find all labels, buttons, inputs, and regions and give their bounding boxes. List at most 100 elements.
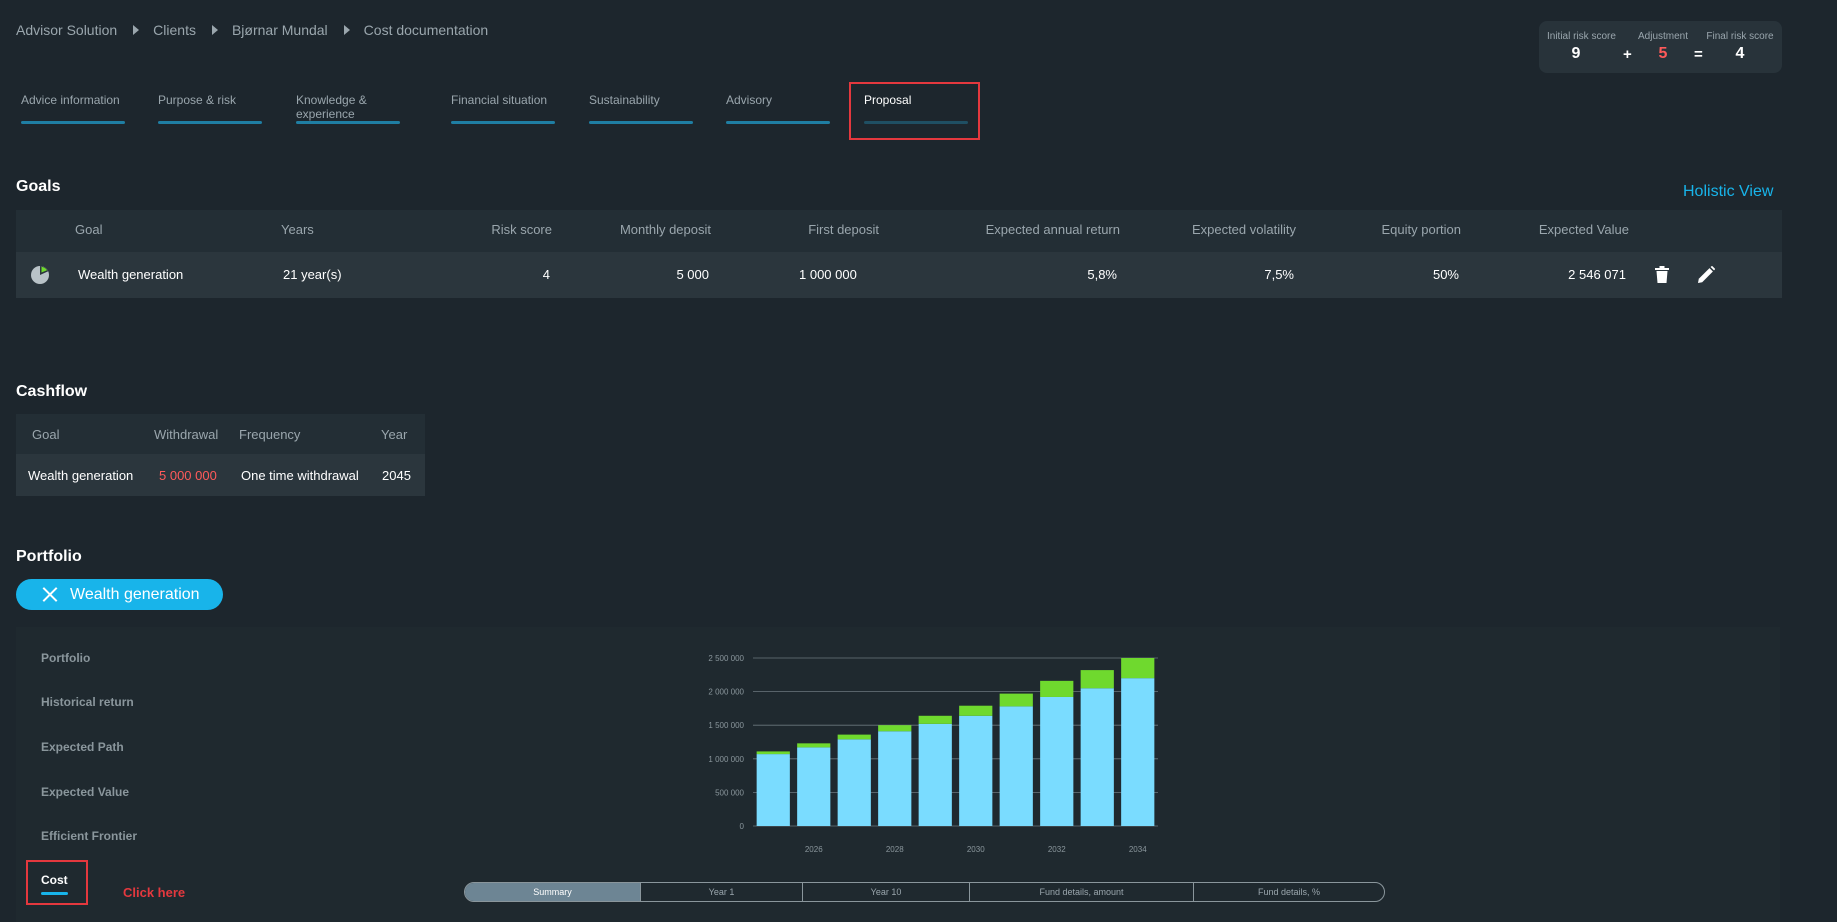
bar-segment-top	[918, 715, 952, 724]
bar-segment-base	[878, 731, 912, 826]
bar-segment-top	[837, 734, 871, 740]
tab-label: Advisory	[726, 93, 773, 107]
tab-underline	[296, 121, 400, 124]
column-header-expected-value: Expected Value	[1538, 222, 1629, 237]
y-tick-label: 2 500 000	[708, 654, 744, 663]
tab-underline	[726, 121, 830, 124]
segment-year-10[interactable]: Year 10	[803, 883, 970, 901]
menu-item-portfolio[interactable]: Portfolio	[41, 651, 90, 665]
column-header-expected-volatility: Expected volatility	[1191, 222, 1296, 237]
segment-summary[interactable]: Summary	[465, 883, 641, 901]
cost-view-segmented-control: Summary Year 1 Year 10 Fund details, amo…	[464, 882, 1385, 902]
y-tick-label: 2 000 000	[708, 688, 744, 697]
goal-risk-score: 4	[542, 267, 550, 282]
initial-risk-score-label: Initial risk score	[1547, 31, 1616, 42]
breadcrumb-advisor-solution[interactable]: Advisor Solution	[16, 22, 117, 38]
chevron-right-icon	[343, 25, 350, 35]
goal-equity-portion: 50%	[1432, 267, 1459, 282]
menu-item-expected-value[interactable]: Expected Value	[41, 785, 129, 799]
bar-segment-base	[1080, 688, 1114, 826]
bar-segment-base	[959, 715, 993, 826]
goal-filter-chip-label: Wealth generation	[70, 585, 200, 603]
tab-label: Financial situation	[451, 93, 548, 107]
breadcrumb-client-name[interactable]: Bjørnar Mundal	[232, 22, 328, 38]
segment-fund-details-percent[interactable]: Fund details, %	[1194, 883, 1384, 901]
x-tick-label: 2028	[886, 845, 904, 854]
highlight-box-proposal	[849, 82, 980, 140]
x-tick-label: 2032	[1048, 845, 1066, 854]
table-row[interactable]: Wealth generation 5 000 000 One time wit…	[16, 454, 425, 496]
cashflow-frequency: One time withdrawal	[241, 468, 359, 483]
tab-knowledge-experience[interactable]: Knowledge & experience	[296, 93, 400, 124]
tab-label: Sustainability	[589, 93, 660, 107]
active-indicator	[41, 892, 68, 895]
bar-segment-base	[1121, 678, 1155, 826]
goal-monthly-deposit: 5 000	[676, 267, 709, 282]
column-header-goal: Goal	[32, 427, 60, 442]
column-header-risk-score: Risk score	[491, 222, 552, 237]
tab-advice-information[interactable]: Advice information	[21, 93, 125, 124]
menu-item-efficient-frontier[interactable]: Efficient Frontier	[41, 829, 137, 843]
bar-segment-base	[918, 723, 952, 826]
trash-icon[interactable]	[1655, 266, 1669, 283]
goal-name: Wealth generation	[78, 267, 184, 282]
edit-pencil-icon[interactable]	[1698, 266, 1715, 283]
risk-score-summary: Initial risk score 9 + Adjustment 5 = Fi…	[1539, 21, 1782, 73]
goal-expected-value: 2 546 071	[1568, 267, 1626, 282]
segment-year-1[interactable]: Year 1	[641, 883, 803, 901]
bar-segment-top	[1040, 680, 1074, 697]
final-risk-score-value: 4	[1735, 45, 1745, 62]
column-header-first-deposit: First deposit	[808, 222, 879, 237]
risk-adjustment: Adjustment 5	[1633, 31, 1693, 63]
goal-expected-volatility: 7,5%	[1264, 267, 1294, 282]
tab-underline	[451, 121, 555, 124]
expected-value-chart: 0 500 000 1 000 000 1 500 000 2 000 000 2 500…	[708, 654, 1158, 854]
column-header-years: Years	[281, 222, 314, 237]
column-header-withdrawal: Withdrawal	[154, 427, 219, 442]
column-header-goal: Goal	[75, 222, 103, 237]
tab-financial-situation[interactable]: Financial situation	[451, 93, 555, 124]
cashflow-year: 2045	[382, 468, 411, 483]
cashflow-table-header: Goal Withdrawal Frequency Year	[16, 414, 425, 454]
tab-sustainability[interactable]: Sustainability	[589, 93, 693, 124]
close-icon[interactable]	[42, 587, 57, 602]
menu-item-historical-return[interactable]: Historical return	[41, 695, 134, 709]
column-header-expected-annual-return: Expected annual return	[985, 222, 1120, 237]
goals-table-header: Goal Years Risk score Monthly deposit Fi…	[16, 210, 1782, 258]
tab-purpose-risk[interactable]: Purpose & risk	[158, 93, 262, 124]
plus-sign: +	[1623, 46, 1632, 63]
menu-item-expected-path[interactable]: Expected Path	[41, 740, 124, 754]
cashflow-withdrawal: 5 000 000	[159, 468, 217, 483]
bar-segment-base	[797, 747, 831, 826]
initial-risk-score-value: 9	[1571, 45, 1581, 62]
goal-years: 21 year(s)	[283, 267, 342, 282]
goal-expected-annual-return: 5,8%	[1087, 267, 1117, 282]
column-header-frequency: Frequency	[239, 427, 301, 442]
menu-item-cost[interactable]: Cost	[41, 873, 68, 887]
x-tick-label: 2030	[967, 845, 985, 854]
tab-label: Advice information	[21, 93, 120, 107]
tab-underline	[21, 121, 125, 124]
click-here-annotation: Click here	[123, 885, 186, 900]
column-header-monthly-deposit: Monthly deposit	[619, 222, 711, 237]
y-tick-label: 1 000 000	[708, 755, 744, 764]
goal-filter-chip[interactable]: Wealth generation	[16, 579, 223, 610]
breadcrumb-clients[interactable]: Clients	[153, 22, 196, 38]
tab-advisory[interactable]: Advisory	[726, 93, 830, 124]
column-header-year: Year	[381, 427, 408, 442]
tab-label: Knowledge & experience	[296, 93, 367, 121]
cashflow-goal: Wealth generation	[28, 468, 134, 483]
portfolio-title: Portfolio	[16, 548, 82, 565]
y-tick-label: 500 000	[715, 788, 744, 797]
segment-fund-details-amount[interactable]: Fund details, amount	[970, 883, 1194, 901]
chevron-right-icon	[133, 25, 140, 35]
tab-label: Purpose & risk	[158, 93, 237, 107]
table-row[interactable]: Wealth generation 21 year(s) 4 5 000 1 0…	[16, 252, 1782, 298]
x-tick-label: 2034	[1129, 845, 1147, 854]
column-header-equity-portion: Equity portion	[1381, 222, 1462, 237]
x-tick-label: 2026	[805, 845, 823, 854]
breadcrumb-current-page: Cost documentation	[363, 22, 489, 38]
holistic-view-link[interactable]: Holistic View	[1683, 183, 1773, 201]
tab-underline	[589, 121, 693, 124]
bar-segment-top	[1080, 670, 1114, 689]
